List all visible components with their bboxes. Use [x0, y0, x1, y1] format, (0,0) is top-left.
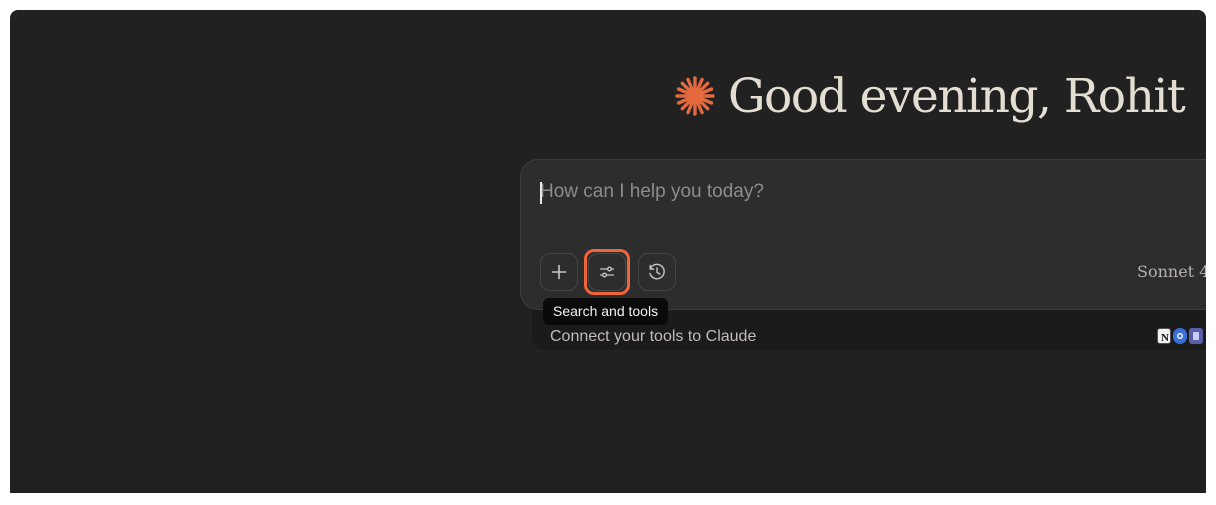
notion-icon: N [1157, 328, 1171, 344]
greeting-text: Good evening, Rohit [728, 68, 1186, 124]
search-and-tools-button[interactable] [588, 253, 626, 291]
app-icon [1189, 328, 1203, 344]
claude-starburst-icon [674, 75, 716, 117]
chrome-icon [1173, 328, 1187, 344]
tooltip: Search and tools [543, 298, 669, 325]
message-composer: Sonnet 4 [520, 159, 1206, 310]
history-clock-icon [649, 263, 665, 280]
history-button[interactable] [638, 253, 676, 291]
greeting-header: Good evening, Rohit [674, 60, 1186, 132]
app-window: Good evening, Rohit Connect your tools t… [10, 10, 1206, 493]
plus-icon [551, 264, 567, 280]
model-selector[interactable]: Sonnet 4 [1137, 262, 1206, 281]
sliders-icon [599, 266, 615, 278]
connect-tools-label: Connect your tools to Claude [550, 328, 757, 345]
add-content-button[interactable] [540, 253, 578, 291]
svg-text:N: N [1161, 332, 1169, 344]
connected-app-icons: N [1157, 328, 1203, 344]
text-cursor [540, 182, 542, 204]
prompt-input[interactable] [540, 176, 1140, 208]
